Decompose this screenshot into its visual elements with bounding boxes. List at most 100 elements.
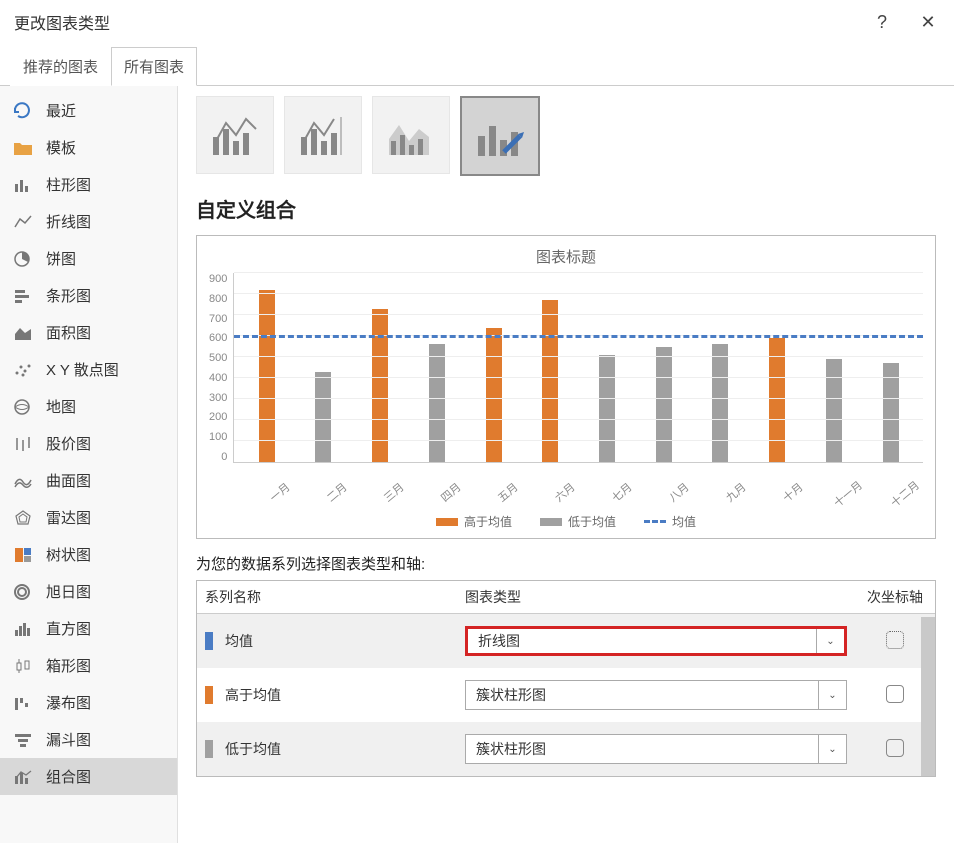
series-row-below[interactable]: 低于均值 簇状柱形图⌄ [197, 722, 935, 776]
sidebar-item-recent[interactable]: 最近 [0, 92, 177, 129]
combo-chart-icon [12, 768, 34, 786]
combo-preset-custom[interactable] [460, 96, 540, 176]
label: 最近 [46, 100, 76, 121]
recent-icon [12, 102, 34, 120]
sidebar-item-map[interactable]: 地图 [0, 388, 177, 425]
bar-十一月 [826, 359, 842, 462]
series-row-above[interactable]: 高于均值 簇状柱形图⌄ [197, 668, 935, 722]
chart-title: 图表标题 [209, 246, 923, 267]
label: 漏斗图 [46, 729, 91, 750]
sunburst-chart-icon [12, 583, 34, 601]
map-chart-icon [12, 398, 34, 416]
bar-四月 [429, 344, 445, 462]
area-chart-icon [12, 324, 34, 342]
boxplot-chart-icon [12, 657, 34, 675]
close-icon[interactable]: ✕ [916, 12, 940, 33]
stock-chart-icon [12, 435, 34, 453]
plot-area [233, 273, 923, 463]
label: 瀑布图 [46, 692, 91, 713]
bar-二月 [315, 372, 331, 462]
sidebar-item-template[interactable]: 模板 [0, 129, 177, 166]
help-icon[interactable]: ? [870, 12, 894, 33]
bar-一月 [259, 290, 275, 462]
label: 地图 [46, 396, 76, 417]
swatch-orange [205, 686, 213, 704]
label: 树状图 [46, 544, 91, 565]
sidebar-item-histogram[interactable]: 直方图 [0, 610, 177, 647]
label: X Y 散点图 [46, 359, 119, 380]
window-title: 更改图表类型 [14, 10, 110, 34]
chevron-down-icon[interactable]: ⌄ [818, 735, 846, 763]
sidebar-item-sunburst[interactable]: 旭日图 [0, 573, 177, 610]
content: 自定义组合 图表标题 9008007006005004003002001000 … [178, 86, 954, 843]
tab-all[interactable]: 所有图表 [111, 47, 197, 86]
label: 直方图 [46, 618, 91, 639]
scrollbar-thumb[interactable] [921, 617, 935, 776]
secondary-axis-checkbox-below[interactable] [886, 739, 904, 757]
col-secondary: 次坐标轴 [855, 581, 935, 614]
bar-九月 [712, 344, 728, 462]
combo-preset-2[interactable] [284, 96, 362, 174]
label: 箱形图 [46, 655, 91, 676]
sidebar-item-surface[interactable]: 曲面图 [0, 462, 177, 499]
waterfall-chart-icon [12, 694, 34, 712]
col-name: 系列名称 [197, 581, 457, 614]
combo-preset-1[interactable] [196, 96, 274, 174]
label: 组合图 [46, 766, 91, 787]
legend-avg: 均值 [644, 513, 696, 530]
funnel-chart-icon [12, 731, 34, 749]
sidebar-item-pie[interactable]: 饼图 [0, 240, 177, 277]
label: 曲面图 [46, 470, 91, 491]
surface-chart-icon [12, 472, 34, 490]
tab-recommended[interactable]: 推荐的图表 [10, 47, 111, 86]
legend-above: 高于均值 [436, 513, 512, 530]
sidebar-item-stock[interactable]: 股价图 [0, 425, 177, 462]
sidebar-item-waterfall[interactable]: 瀑布图 [0, 684, 177, 721]
sidebar-item-treemap[interactable]: 树状图 [0, 536, 177, 573]
histogram-chart-icon [12, 620, 34, 638]
secondary-axis-checkbox-above[interactable] [886, 685, 904, 703]
chart-preview: 图表标题 9008007006005004003002001000 一月二月三月… [196, 235, 936, 539]
sidebar-item-scatter[interactable]: X Y 散点图 [0, 351, 177, 388]
chart-type-select-avg[interactable]: 折线图⌄ [465, 626, 847, 656]
combo-preset-row [196, 96, 936, 176]
line-chart-icon [12, 213, 34, 231]
chart-type-select-above[interactable]: 簇状柱形图⌄ [465, 680, 847, 710]
sidebar-item-boxplot[interactable]: 箱形图 [0, 647, 177, 684]
sidebar-item-combo[interactable]: 组合图 [0, 758, 177, 795]
sidebar-item-line[interactable]: 折线图 [0, 203, 177, 240]
sidebar-item-radar[interactable]: 雷达图 [0, 499, 177, 536]
pie-chart-icon [12, 250, 34, 268]
swatch-gray [205, 740, 213, 758]
treemap-chart-icon [12, 546, 34, 564]
label: 旭日图 [46, 581, 91, 602]
sidebar-item-column[interactable]: 柱形图 [0, 166, 177, 203]
bar-chart-icon [12, 287, 34, 305]
bar-十二月 [883, 363, 899, 462]
label: 面积图 [46, 322, 91, 343]
series-row-avg[interactable]: 均值 折线图⌄ [197, 614, 935, 669]
tabs: 推荐的图表 所有图表 [0, 46, 954, 86]
sidebar-item-area[interactable]: 面积图 [0, 314, 177, 351]
series-prompt: 为您的数据系列选择图表类型和轴: [196, 553, 936, 574]
scatter-chart-icon [12, 361, 34, 379]
label: 模板 [46, 137, 76, 158]
folder-icon [12, 139, 34, 157]
chevron-down-icon[interactable]: ⌄ [816, 629, 844, 653]
bar-五月 [486, 328, 502, 462]
sidebar-item-funnel[interactable]: 漏斗图 [0, 721, 177, 758]
sidebar-item-bar[interactable]: 条形图 [0, 277, 177, 314]
column-chart-icon [12, 176, 34, 194]
label: 折线图 [46, 211, 91, 232]
combo-preset-3[interactable] [372, 96, 450, 174]
label: 饼图 [46, 248, 76, 269]
label: 雷达图 [46, 507, 91, 528]
label: 条形图 [46, 285, 91, 306]
chevron-down-icon[interactable]: ⌄ [818, 681, 846, 709]
legend-below: 低于均值 [540, 513, 616, 530]
chart-type-select-below[interactable]: 簇状柱形图⌄ [465, 734, 847, 764]
bar-六月 [542, 300, 558, 462]
swatch-blue [205, 632, 213, 650]
secondary-axis-checkbox-avg[interactable] [886, 631, 904, 649]
legend: 高于均值 低于均值 均值 [209, 513, 923, 530]
